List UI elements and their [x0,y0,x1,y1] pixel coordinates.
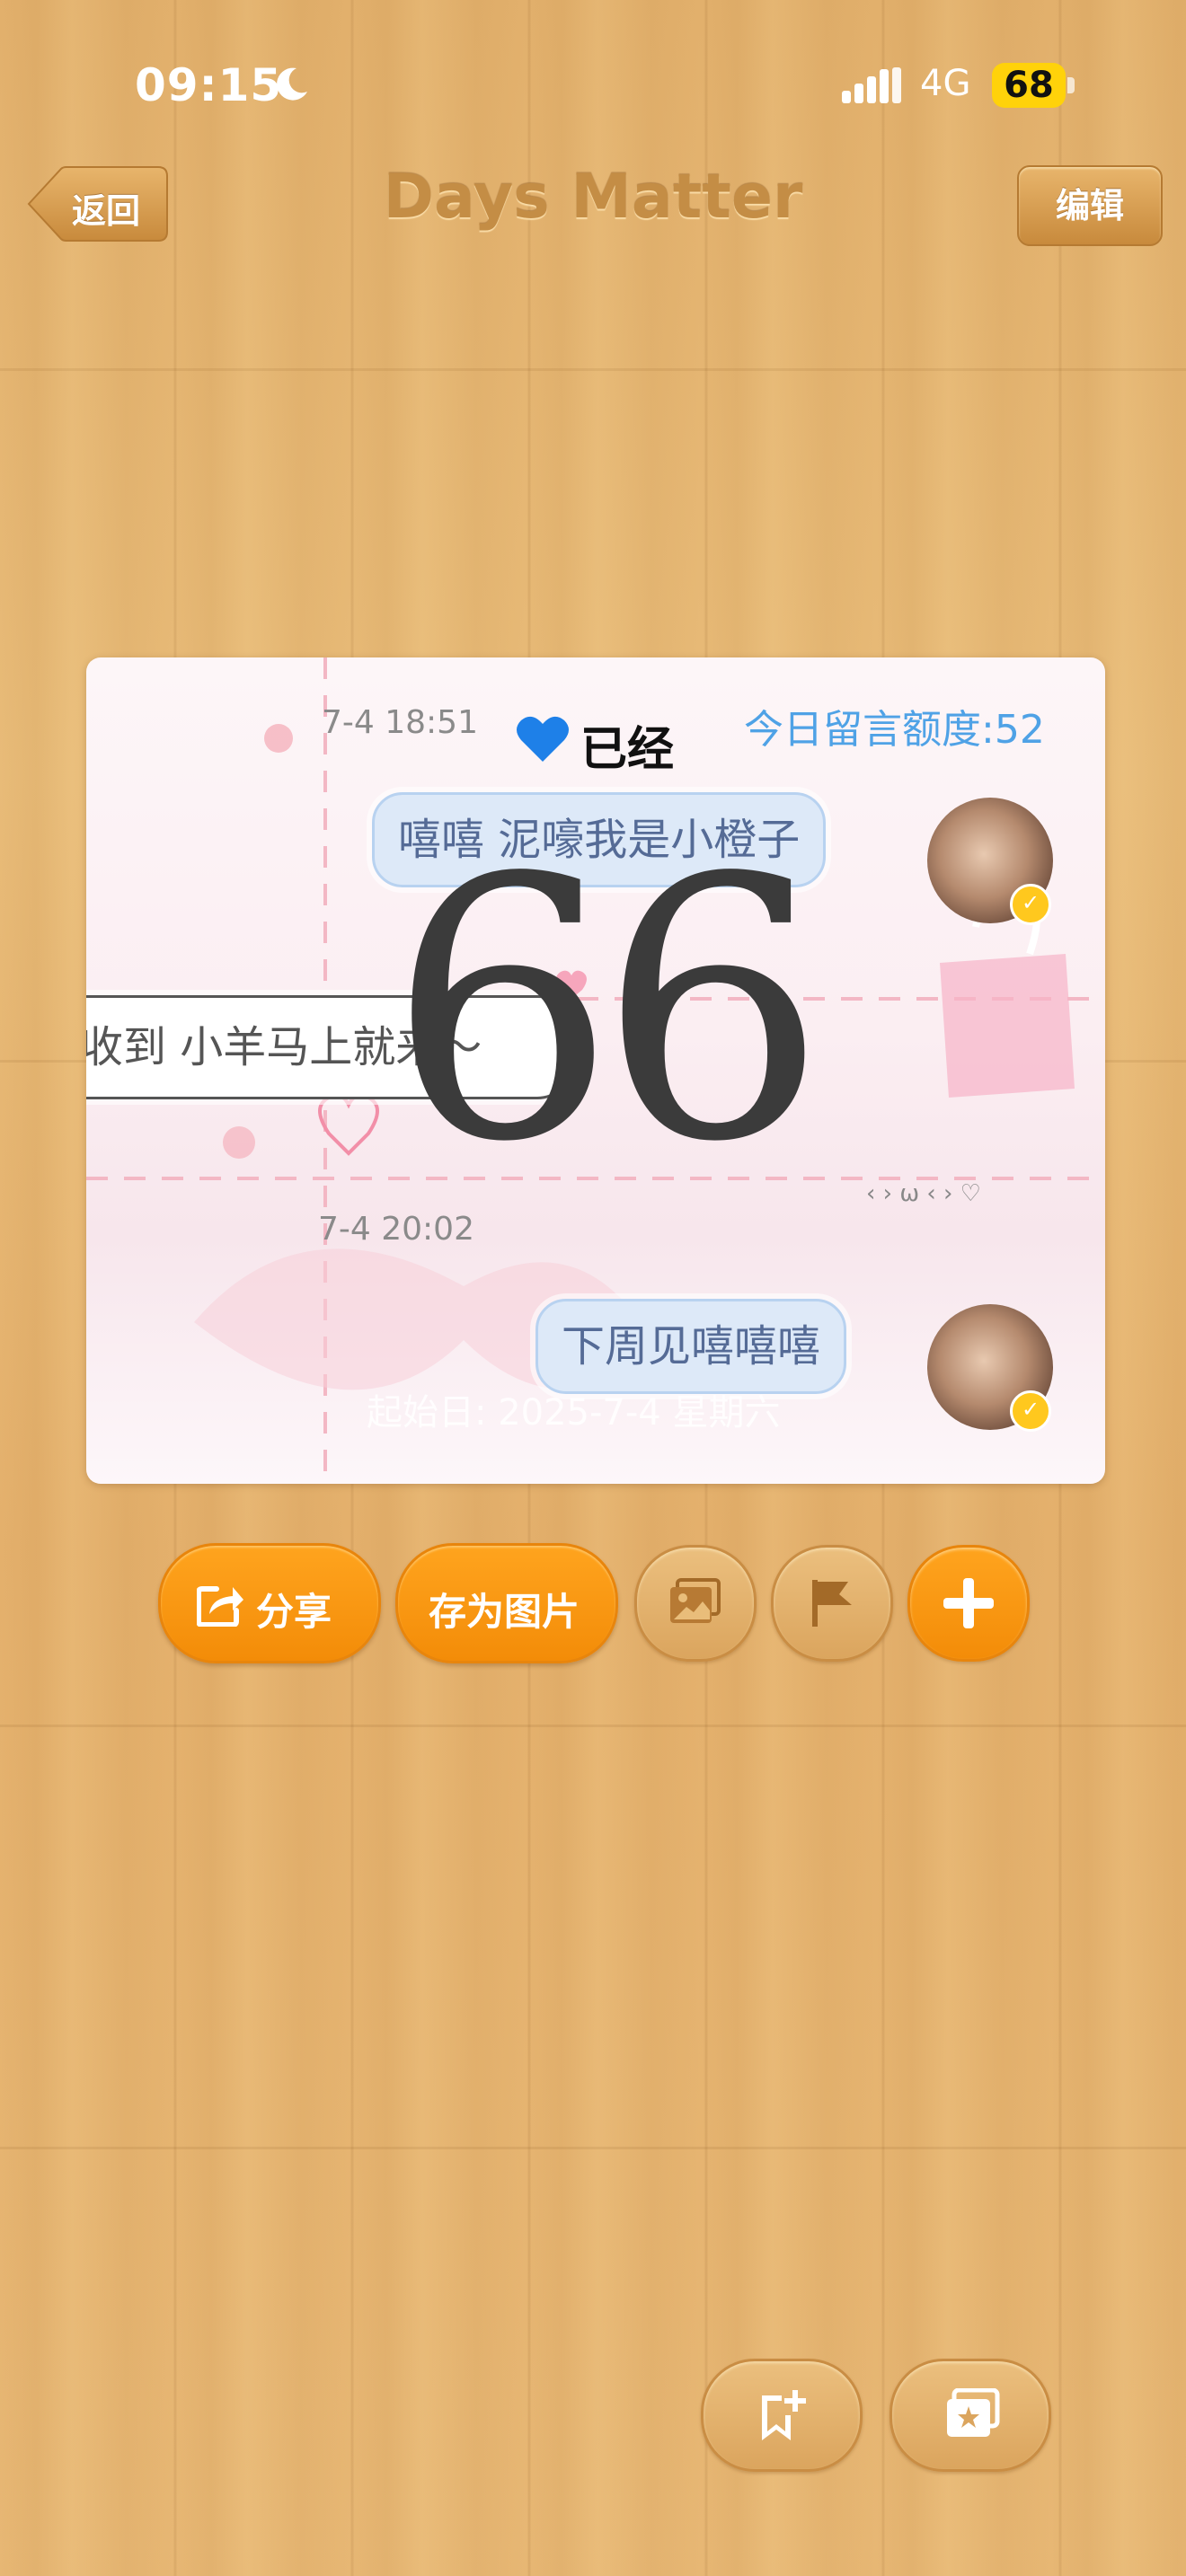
bookmark-add-icon [762,2390,806,2440]
network-type: 4G [920,63,971,104]
share-button[interactable]: 分享 [158,1543,381,1663]
photo-stack-icon [947,2388,1000,2437]
gallery-button[interactable] [890,2359,1051,2472]
svg-text:‹ › ω ‹ › ♡: ‹ › ω ‹ › ♡ [866,1180,981,1207]
save-image-button[interactable]: 存为图片 [395,1543,618,1663]
already-label: 已经 [580,723,675,777]
day-count-number: 66 [387,803,828,1221]
status-time: 09:15 [135,59,283,111]
message-timestamp: 7-4 20:02 [318,1211,474,1248]
edit-button[interactable]: 编辑 [1017,165,1163,246]
plus-icon [943,1578,994,1628]
verified-badge-icon: ✓ [1010,884,1051,925]
day-count-card[interactable]: ‹ › ω ‹ › ♡ 7-4 18:51 已经 今日留言额度:52 嘻嘻 泥嚎… [86,657,1105,1484]
quota-label: 今日留言额度:52 [744,707,1045,753]
verified-badge-icon: ✓ [1010,1390,1051,1432]
add-button[interactable] [907,1545,1030,1662]
battery-tip [1067,77,1075,93]
blue-heart-icon [517,716,569,762]
flag-icon [812,1580,852,1627]
moon-icon [277,67,307,101]
share-icon [197,1586,243,1627]
back-button[interactable]: 返回 [27,165,169,243]
photo-icon [670,1578,721,1623]
chat-bubble-right: 下周见嘻嘻嘻 [535,1299,847,1394]
message-timestamp: 7-4 18:51 [322,704,478,741]
page-title: Days Matter [383,162,803,233]
start-date: 起始日: 2025-7-4 星期六 [367,1392,781,1434]
background-image-button[interactable] [634,1545,757,1662]
share-label: 分享 [256,1590,332,1634]
signal-icon [842,67,901,103]
save-image-label: 存为图片 [429,1590,580,1634]
add-bookmark-button[interactable] [701,2359,863,2472]
battery-indicator: 68 [992,63,1066,108]
flag-button[interactable] [771,1545,893,1662]
back-label: 返回 [72,191,141,231]
